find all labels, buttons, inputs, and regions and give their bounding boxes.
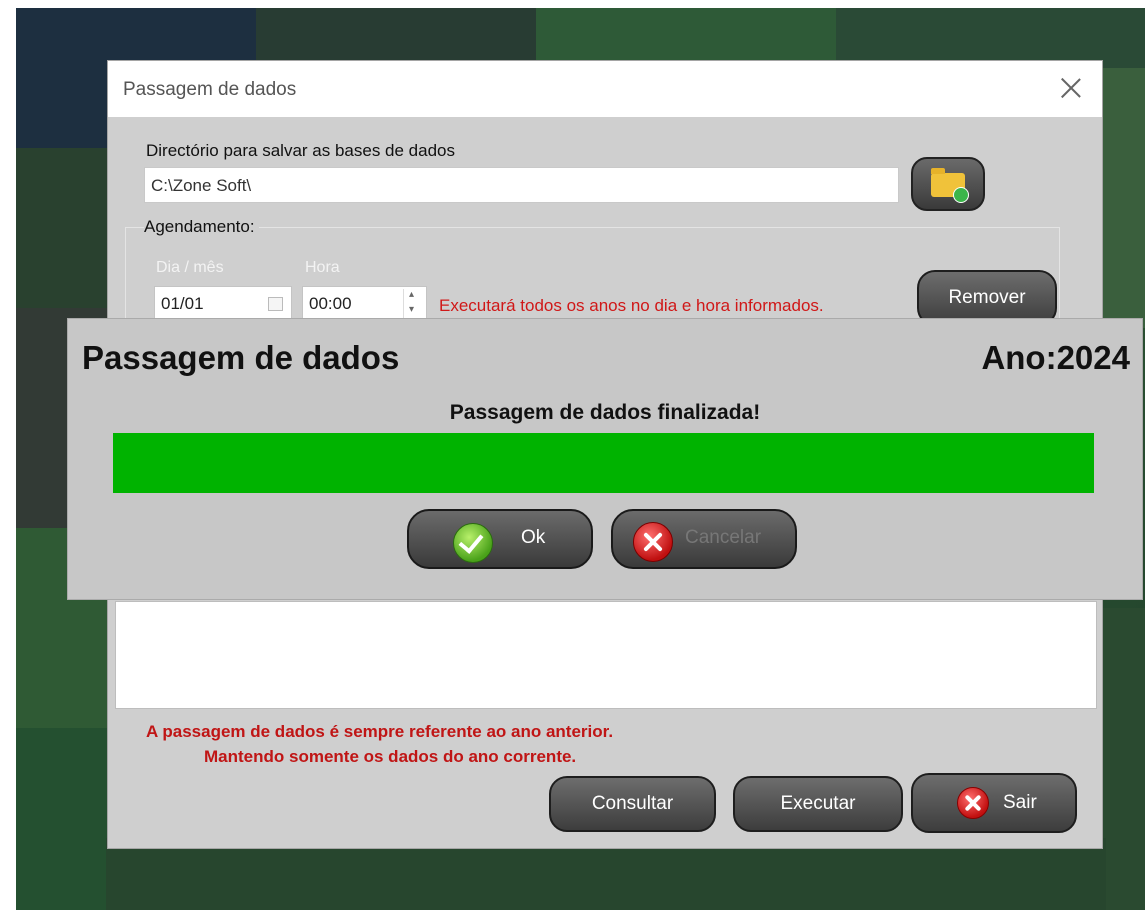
hour-value: 00:00 — [309, 294, 352, 313]
dialog-titlebar: Passagem de dados — [108, 61, 1102, 117]
day-month-field[interactable]: 01/01 — [154, 286, 292, 322]
day-month-label: Dia / mês — [156, 259, 224, 276]
folder-check-icon — [953, 187, 969, 203]
check-icon — [453, 523, 493, 563]
x-circle-icon — [633, 522, 673, 562]
execute-button[interactable]: Executar — [733, 776, 903, 832]
hour-label: Hora — [305, 259, 340, 276]
progress-status: Passagem de dados finalizada! — [449, 401, 761, 424]
cancel-label: Cancelar — [685, 527, 762, 548]
year-label: Ano: — [981, 339, 1057, 376]
consult-button[interactable]: Consultar — [549, 776, 716, 832]
browse-folder-button[interactable] — [911, 157, 985, 211]
note-line-2: Mantendo somente os dados do ano corrent… — [204, 747, 577, 766]
progress-panel: Passagem de dados Ano:2024 Passagem de d… — [67, 318, 1143, 600]
dialog-title: Passagem de dados — [123, 79, 297, 100]
progress-panel-title: Passagem de dados — [82, 339, 400, 376]
exit-button[interactable]: Sair — [911, 773, 1077, 833]
day-month-value: 01/01 — [161, 294, 204, 313]
note-line-1: A passagem de dados é sempre referente a… — [146, 722, 614, 741]
ok-label: Ok — [521, 527, 546, 548]
calendar-icon[interactable] — [268, 297, 283, 311]
hour-spinner-icon[interactable] — [403, 289, 424, 319]
result-list — [115, 601, 1097, 709]
directory-input[interactable]: C:\Zone Soft\ — [144, 167, 899, 203]
cancel-button[interactable]: Cancelar — [611, 509, 797, 569]
exit-x-icon — [957, 787, 989, 819]
exit-label: Sair — [1003, 792, 1037, 813]
schedule-label: Agendamento: — [144, 217, 259, 237]
directory-label: Directório para salvar as bases de dados — [146, 141, 455, 160]
year-value: 2024 — [1056, 339, 1130, 376]
progress-bar — [113, 433, 1094, 493]
year-display: Ano:2024 — [981, 339, 1130, 377]
progress-bar-fill — [113, 433, 1094, 493]
hour-field[interactable]: 00:00 — [302, 286, 427, 322]
close-icon[interactable] — [1060, 77, 1082, 99]
ok-button[interactable]: Ok — [407, 509, 593, 569]
schedule-hint: Executará todos os anos no dia e hora in… — [439, 296, 824, 315]
